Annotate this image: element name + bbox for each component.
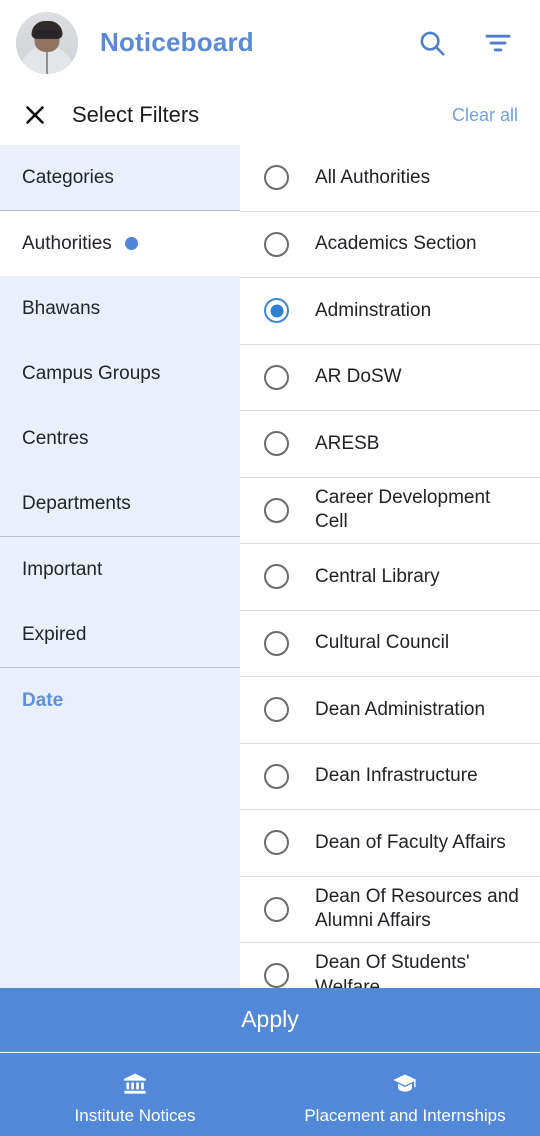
option-label: Academics Section	[315, 233, 477, 255]
option-label: Cultural Council	[315, 632, 450, 654]
filter-header: Select Filters Clear all	[0, 85, 540, 145]
filter-body: Categories Authorities Bhawans Campus Gr…	[0, 145, 540, 988]
option-label: Adminstration	[315, 299, 432, 321]
option-label: Dean Of Resources and Alumni Affairs	[315, 885, 519, 932]
option-label: Dean of Faculty Affairs	[315, 831, 506, 853]
sidebar-item-label: Categories	[22, 166, 114, 188]
option-label: Central Library	[315, 565, 440, 587]
close-icon[interactable]	[20, 100, 50, 130]
option-label: Dean Administration	[315, 698, 486, 720]
option-label: ARESB	[315, 432, 380, 454]
active-filter-dot-icon	[124, 237, 138, 250]
sidebar-item-label: Campus Groups	[22, 362, 161, 384]
apply-button-label: Apply	[241, 1006, 299, 1032]
option-label: All Authorities	[315, 166, 431, 188]
sidebar-item-label: Important	[22, 558, 103, 580]
app-bar: Noticeboard	[0, 0, 540, 85]
avatar[interactable]	[16, 11, 78, 74]
option-label: Career Development Cell	[315, 486, 491, 533]
nav-item-label: Institute Notices	[74, 1106, 196, 1125]
sidebar-item-authorities[interactable]: Authorities	[0, 211, 240, 276]
option-row-dean-of-students-welfare[interactable]: Dean Of Students' Welfare	[240, 943, 540, 988]
radio-icon[interactable]	[264, 231, 289, 257]
option-row-dean-infrastructure[interactable]: Dean Infrastructure	[240, 743, 540, 810]
sidebar-item-bhawans[interactable]: Bhawans	[0, 276, 240, 341]
sidebar-item-label: Bhawans	[22, 297, 101, 319]
radio-icon[interactable]	[264, 431, 289, 457]
nav-item-placement-and-internships[interactable]: Placement and Internships	[270, 1070, 540, 1126]
option-row-ar-dosw[interactable]: AR DoSW	[240, 344, 540, 411]
radio-icon[interactable]	[264, 630, 289, 656]
page-title: Noticeboard	[100, 27, 254, 57]
option-row-dean-of-resources-and-alumni-affairs[interactable]: Dean Of Resources and Alumni Affairs	[240, 876, 540, 943]
sidebar-item-campus-groups[interactable]: Campus Groups	[0, 341, 240, 406]
option-row-dean-administration[interactable]: Dean Administration	[240, 677, 540, 744]
option-row-aresb[interactable]: ARESB	[240, 411, 540, 478]
bottom-navigation: Institute Notices Placement and Internsh…	[0, 1053, 540, 1136]
radio-icon[interactable]	[264, 896, 289, 922]
option-row-cultural-council[interactable]: Cultural Council	[240, 610, 540, 677]
filter-icon[interactable]	[478, 23, 518, 63]
sidebar-item-departments[interactable]: Departments	[0, 471, 240, 536]
sidebar-item-important[interactable]: Important	[0, 537, 240, 602]
filter-header-title: Select Filters	[72, 102, 200, 127]
filter-screen: Noticeboard Select Filters Clear all Cat…	[0, 0, 540, 1136]
sidebar-item-date[interactable]: Date	[0, 668, 240, 733]
sidebar-item-label: Expired	[22, 623, 87, 645]
radio-icon-selected[interactable]	[264, 298, 289, 324]
filter-options-list[interactable]: All Authorities Academics Section Admins…	[240, 145, 540, 988]
option-row-dean-of-faculty-affairs[interactable]: Dean of Faculty Affairs	[240, 810, 540, 877]
option-row-academics-section[interactable]: Academics Section	[240, 211, 540, 278]
avatar-glasses	[34, 30, 60, 38]
option-label: Dean Of Students' Welfare	[315, 952, 470, 988]
sidebar-item-label: Date	[22, 689, 64, 711]
radio-icon[interactable]	[264, 165, 289, 191]
sidebar-item-label: Authorities	[22, 232, 112, 254]
institute-icon	[120, 1070, 150, 1098]
option-label: Dean Infrastructure	[315, 765, 478, 787]
option-label: AR DoSW	[315, 366, 402, 388]
sidebar-item-centres[interactable]: Centres	[0, 406, 240, 471]
sidebar-item-categories[interactable]: Categories	[0, 145, 240, 210]
radio-icon[interactable]	[264, 697, 289, 723]
option-row-career-development-cell[interactable]: Career Development Cell	[240, 477, 540, 544]
nav-item-institute-notices[interactable]: Institute Notices	[0, 1070, 270, 1126]
radio-icon[interactable]	[264, 564, 289, 590]
radio-icon[interactable]	[264, 763, 289, 789]
filter-sidebar[interactable]: Categories Authorities Bhawans Campus Gr…	[0, 145, 240, 988]
sidebar-item-expired[interactable]: Expired	[0, 602, 240, 667]
apply-button[interactable]: Apply	[0, 988, 540, 1052]
search-icon[interactable]	[412, 23, 452, 63]
radio-icon[interactable]	[264, 830, 289, 856]
option-row-central-library[interactable]: Central Library	[240, 544, 540, 611]
nav-item-label: Placement and Internships	[304, 1106, 506, 1125]
option-row-all-authorities[interactable]: All Authorities	[240, 145, 540, 212]
radio-icon[interactable]	[264, 364, 289, 390]
clear-all-button[interactable]: Clear all	[452, 105, 518, 126]
sidebar-item-label: Centres	[22, 427, 89, 449]
option-row-adminstration[interactable]: Adminstration	[240, 278, 540, 345]
radio-icon[interactable]	[264, 497, 289, 523]
sidebar-item-label: Departments	[22, 492, 131, 514]
radio-icon[interactable]	[264, 963, 289, 988]
graduation-cap-icon	[390, 1070, 420, 1098]
